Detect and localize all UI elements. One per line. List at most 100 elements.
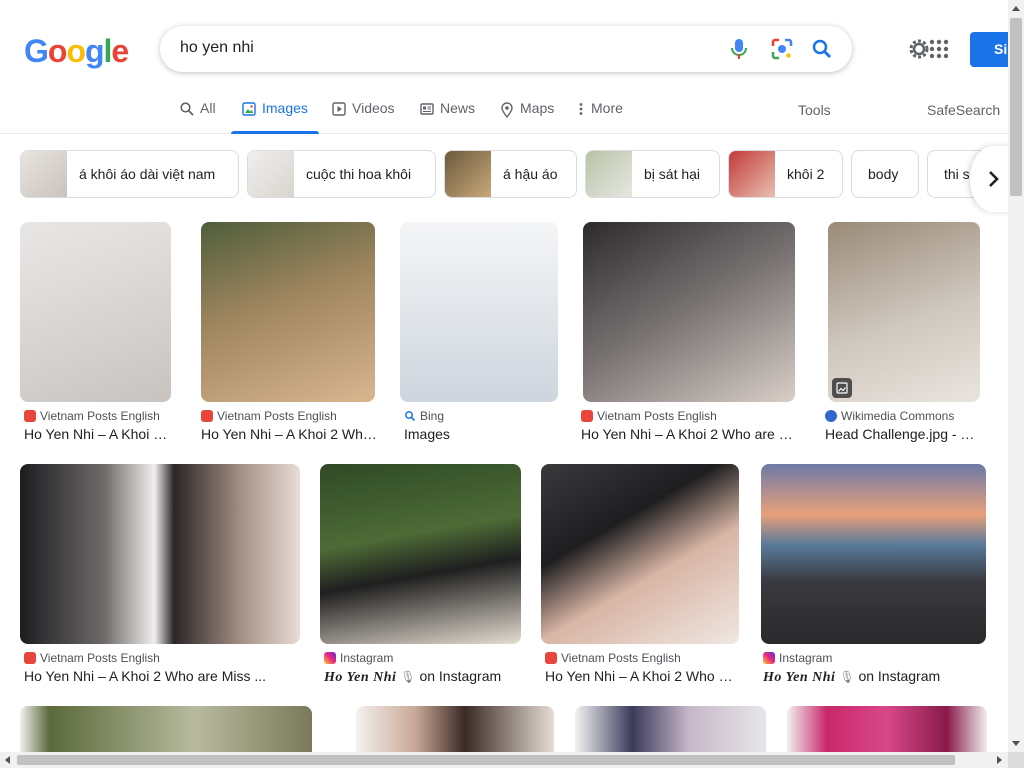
chip-thumbnail (586, 151, 632, 197)
scrollbar-corner (1008, 752, 1024, 768)
chevron-right-icon (989, 171, 999, 187)
result-source[interactable]: Bing (404, 409, 444, 423)
image-icon (242, 102, 256, 116)
result-image[interactable] (400, 222, 558, 402)
result-image[interactable] (20, 464, 300, 644)
result-title[interactable]: Images (404, 426, 554, 442)
newspaper-icon (420, 103, 434, 115)
scroll-up-arrow-icon[interactable] (1012, 6, 1020, 11)
chip-body[interactable]: body (851, 150, 919, 198)
result-source[interactable]: Vietnam Posts English (24, 409, 160, 423)
chip-label: cuộc thi hoa khôi (306, 166, 412, 182)
chip-thumbnail (248, 151, 294, 197)
search-input[interactable]: ho yen nhi (180, 39, 254, 57)
result-image[interactable] (787, 706, 987, 752)
settings-gear-icon[interactable] (907, 37, 931, 61)
tab-label: More (591, 100, 623, 116)
vietnam-posts-favicon-icon (24, 652, 36, 664)
chip-khoi-2[interactable]: khôi 2 (728, 150, 843, 198)
tab-more[interactable]: More (578, 100, 623, 134)
search-icon[interactable] (810, 37, 834, 61)
result-title[interactable]: Ho Yen Nhi 🎙 on Instagram (763, 668, 985, 686)
tab-label: Maps (520, 100, 555, 116)
horizontal-scroll-thumb[interactable] (17, 755, 955, 765)
tab-label: News (440, 100, 476, 116)
search-icon (180, 102, 194, 116)
search-tabs: All Images Videos News Maps More (0, 100, 1008, 134)
result-image[interactable] (583, 222, 795, 402)
tab-videos[interactable]: Videos (332, 100, 395, 134)
result-image[interactable] (541, 464, 739, 644)
result-image[interactable] (20, 222, 171, 402)
microphone-emoji-icon: 🎙 (839, 670, 855, 684)
wikimedia-favicon-icon (825, 410, 837, 422)
result-image[interactable] (201, 222, 375, 402)
result-source[interactable]: Vietnam Posts English (581, 409, 717, 423)
chip-bi-sat-hai[interactable]: bị sát hại (585, 150, 720, 198)
horizontal-scrollbar[interactable] (0, 752, 1008, 768)
microphone-emoji-icon: 🎙 (400, 670, 416, 684)
chip-label: bị sát hại (644, 166, 701, 182)
result-image[interactable] (356, 706, 554, 752)
google-logo[interactable]: Google (24, 33, 129, 70)
result-image[interactable] (575, 706, 766, 752)
tab-news[interactable]: News (420, 100, 475, 134)
result-title[interactable]: Ho Yen Nhi – A Khoi 2 Who are Miss ... (201, 426, 377, 442)
result-image[interactable] (320, 464, 521, 644)
result-image[interactable] (20, 706, 312, 752)
chip-label: khôi 2 (787, 166, 825, 182)
result-source[interactable]: Vietnam Posts English (201, 409, 337, 423)
vertical-scrollbar[interactable] (1008, 0, 1024, 752)
result-image[interactable] (828, 222, 980, 402)
related-search-chips: á khôi áo dài việt nam cuộc thi hoa khôi… (20, 150, 1008, 198)
result-title[interactable]: Ho Yen Nhi – A Khoi 2 Who are Miss ... (545, 668, 735, 684)
play-icon (332, 102, 346, 116)
result-source[interactable]: Vietnam Posts English (545, 651, 681, 665)
chip-ao-dai[interactable]: á khôi áo dài việt nam (20, 150, 239, 198)
apps-grid-icon[interactable] (929, 39, 949, 59)
chip-thumbnail (21, 151, 67, 197)
result-source[interactable]: Vietnam Posts English (24, 651, 160, 665)
image-badge-icon (832, 378, 852, 398)
scroll-right-arrow-icon[interactable] (997, 756, 1002, 764)
result-title[interactable]: Ho Yen Nhi – A Khoi 2 Who are Miss ... (24, 426, 174, 442)
result-image[interactable] (761, 464, 986, 644)
map-pin-icon (501, 102, 513, 118)
result-title[interactable]: Head Challenge.jpg - Wikimedia Commons (825, 426, 987, 442)
vertical-scroll-thumb[interactable] (1010, 18, 1022, 196)
instagram-favicon-icon (763, 652, 775, 664)
chip-label: á hậu áo (503, 166, 558, 182)
header: Google ho yen nhi Si All Images Videos N… (0, 0, 1024, 134)
result-title[interactable]: Ho Yen Nhi – A Khoi 2 Who are Miss ... (24, 668, 280, 684)
google-lens-icon[interactable] (770, 37, 794, 61)
more-vertical-icon (579, 103, 583, 115)
result-title[interactable]: Ho Yen Nhi 🎙 on Instagram (324, 668, 520, 686)
vietnam-posts-favicon-icon (581, 410, 593, 422)
chip-cuoc-thi[interactable]: cuộc thi hoa khôi (247, 150, 436, 198)
chip-thumbnail (729, 151, 775, 197)
tools-button[interactable]: Tools (798, 102, 831, 118)
bing-search-icon (405, 411, 416, 422)
chip-label: body (868, 166, 899, 182)
result-source[interactable]: Instagram (763, 651, 832, 665)
vietnam-posts-favicon-icon (201, 410, 213, 422)
vietnam-posts-favicon-icon (24, 410, 36, 422)
tab-label: Videos (352, 100, 395, 116)
chip-thumbnail (445, 151, 491, 197)
result-title[interactable]: Ho Yen Nhi – A Khoi 2 Who are Miss ... (581, 426, 795, 442)
tab-all[interactable]: All (180, 100, 216, 134)
microphone-icon[interactable] (727, 37, 751, 61)
search-box[interactable]: ho yen nhi (160, 26, 852, 72)
result-source[interactable]: Wikimedia Commons (825, 409, 954, 423)
tab-maps[interactable]: Maps (500, 100, 554, 134)
safesearch-button[interactable]: SafeSearch (927, 102, 1000, 118)
tab-label: All (200, 100, 216, 116)
tab-images[interactable]: Images (231, 100, 319, 134)
vietnam-posts-favicon-icon (545, 652, 557, 664)
tab-label: Images (262, 100, 308, 116)
scroll-left-arrow-icon[interactable] (5, 756, 10, 764)
chip-a-hau[interactable]: á hậu áo (444, 150, 577, 198)
result-source[interactable]: Instagram (324, 651, 393, 665)
chip-label: á khôi áo dài việt nam (79, 166, 216, 182)
scroll-down-arrow-icon[interactable] (1012, 741, 1020, 746)
